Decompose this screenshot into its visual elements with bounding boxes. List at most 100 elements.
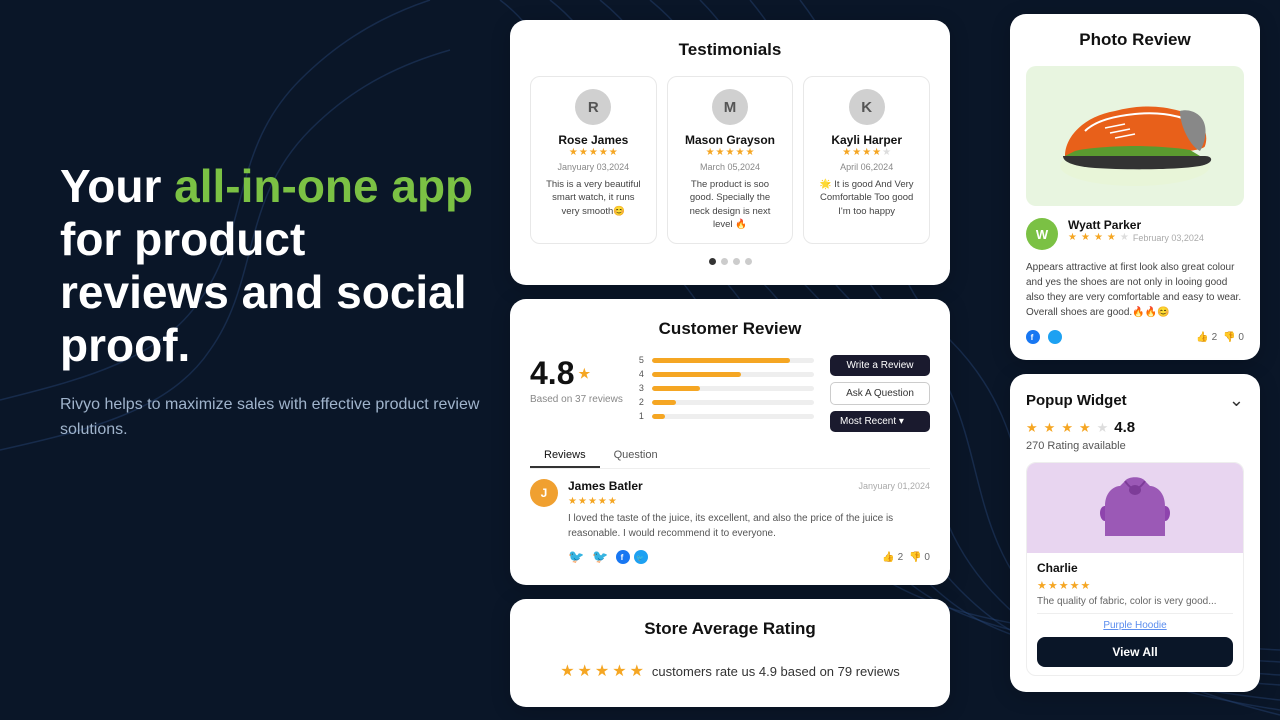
- bar-label-4: 4: [639, 369, 647, 379]
- review-avatar-J: J: [530, 479, 558, 507]
- stars-row-2: ★ ★ ★ ★ ★: [816, 147, 917, 158]
- dot-3[interactable]: [745, 258, 752, 265]
- dot-0[interactable]: [709, 258, 716, 265]
- reviewer-date-line: ★ ★ ★ ★ ★ February 03,2024: [1068, 232, 1244, 243]
- testimonials-card: Testimonials R Rose James ★ ★ ★ ★ ★ Jany…: [510, 20, 950, 285]
- hero-heading-highlight: all-in-one app: [174, 160, 473, 212]
- social-row: 🐦 🐦 f 🐦 👍 2 👎 0: [568, 549, 930, 565]
- testimonials-title: Testimonials: [530, 40, 930, 60]
- facebook-icon[interactable]: 🐦: [568, 549, 584, 565]
- bar-fill-4: [652, 372, 741, 377]
- popup-reviews-count: 270 Rating available: [1026, 440, 1244, 452]
- star: ★: [1048, 579, 1058, 592]
- star: ★: [1044, 420, 1056, 436]
- star: ★: [735, 147, 744, 158]
- twitter-icon[interactable]: 🐦: [592, 549, 608, 565]
- store-stars: ★ ★ ★ ★ ★: [560, 661, 644, 681]
- customer-review-card: Customer Review 4.8 ★ Based on 37 review…: [510, 299, 950, 585]
- hero-subtext: Rivyo helps to maximize sales with effec…: [60, 392, 480, 443]
- view-all-button[interactable]: View All: [1037, 637, 1233, 667]
- testimonial-item-1: M Mason Grayson ★ ★ ★ ★ ★ March 05,2024 …: [667, 76, 794, 244]
- dot-2[interactable]: [733, 258, 740, 265]
- stars-row-0: ★ ★ ★ ★ ★: [543, 147, 644, 158]
- hero-section: Your all-in-one app for product reviews …: [60, 160, 480, 443]
- based-on: Based on 37 reviews: [530, 394, 623, 405]
- review-author-line: James Batler Janyuary 01,2024: [568, 479, 930, 493]
- bar-track-5: [652, 358, 814, 363]
- twitter-share-icon[interactable]: 🐦: [634, 550, 648, 564]
- tab-question[interactable]: Question: [600, 444, 672, 468]
- facebook-share-icon[interactable]: f: [616, 550, 630, 564]
- bar-label-1: 1: [639, 411, 647, 421]
- reviewer-info-row: W Wyatt Parker ★ ★ ★ ★ ★ February 03,202…: [1026, 218, 1244, 250]
- bar-label-2: 2: [639, 397, 647, 407]
- testimonial-item-2: K Kayli Harper ★ ★ ★ ★ ★ April 06,2024 🌟…: [803, 76, 930, 244]
- star: ★: [852, 147, 861, 158]
- write-review-button[interactable]: Write a Review: [830, 355, 930, 376]
- store-star: ★: [630, 661, 644, 681]
- product-link[interactable]: Purple Hoodie: [1037, 613, 1233, 631]
- popup-rating-number: 4.8: [1114, 419, 1135, 436]
- most-recent-dropdown[interactable]: Most Recent ▾: [830, 411, 930, 432]
- star: ★: [569, 147, 578, 158]
- photo-twitter-icon[interactable]: [1048, 330, 1062, 344]
- star: ★: [578, 496, 587, 507]
- star-half: ★: [1097, 420, 1109, 436]
- dot-indicators: [530, 258, 930, 265]
- bar-fill-5: [652, 358, 790, 363]
- star: ★: [579, 147, 588, 158]
- review-author-name: James Batler: [568, 479, 643, 493]
- photo-review-card: Photo Review W: [1010, 14, 1260, 360]
- photo-facebook-icon[interactable]: f: [1026, 330, 1040, 344]
- like-dislike: 👍 2 👎 0: [882, 552, 930, 563]
- star: ★: [872, 147, 881, 158]
- bar-row-1: 1: [639, 411, 814, 421]
- reviewer-date-W: February 03,2024: [1133, 233, 1204, 243]
- shoe-svg: [1035, 76, 1235, 196]
- store-star: ★: [578, 661, 592, 681]
- reviewer-name-1: Mason Grayson: [680, 133, 781, 147]
- star: ★: [1094, 232, 1103, 243]
- star: ★: [599, 147, 608, 158]
- right-section: Photo Review W: [1010, 14, 1260, 692]
- stars-row-1: ★ ★ ★ ★ ★: [680, 147, 781, 158]
- popup-chevron-icon[interactable]: ⌄: [1229, 390, 1244, 411]
- dislike-count[interactable]: 👎 0: [909, 552, 930, 563]
- store-average-rating-card: Store Average Rating ★ ★ ★ ★ ★ customers…: [510, 599, 950, 707]
- bars-section: 5 4 3 2 1: [639, 355, 814, 432]
- star: ★: [588, 496, 597, 507]
- bar-label-3: 3: [639, 383, 647, 393]
- ask-question-button[interactable]: Ask A Question: [830, 382, 930, 405]
- star: ★: [1026, 420, 1038, 436]
- svg-text:🐦: 🐦: [637, 554, 645, 562]
- star: ★: [1037, 579, 1047, 592]
- rating-summary: 4.8 ★ Based on 37 reviews: [530, 355, 623, 432]
- tab-reviews[interactable]: Reviews: [530, 444, 600, 468]
- star: ★: [589, 147, 598, 158]
- customer-review-title: Customer Review: [530, 319, 930, 339]
- bar-fill-1: [652, 414, 665, 419]
- popup-widget-card: Popup Widget ⌄ ★ ★ ★ ★ ★ 4.8 270 Rating …: [1010, 374, 1260, 692]
- bar-row-3: 3: [639, 383, 814, 393]
- photo-dislike-count[interactable]: 👎 0: [1223, 332, 1244, 343]
- bar-row-5: 5: [639, 355, 814, 365]
- review-stars: ★ ★ ★ ★ ★: [568, 496, 930, 507]
- reviewer-date-0: Janyuary 03,2024: [543, 162, 644, 172]
- review-body: I loved the taste of the juice, its exce…: [568, 511, 930, 541]
- reviewer-avatar-W: W: [1026, 218, 1058, 250]
- like-count[interactable]: 👍 2: [882, 552, 903, 563]
- bar-fill-3: [652, 386, 701, 391]
- hero-heading: Your all-in-one app for product reviews …: [60, 160, 480, 372]
- reviewer-name-2: Kayli Harper: [816, 133, 917, 147]
- hero-heading-part2: for product reviews and social proof.: [60, 213, 467, 371]
- star: ★: [598, 496, 607, 507]
- photo-like-count[interactable]: 👍 2: [1196, 332, 1217, 343]
- dot-1[interactable]: [721, 258, 728, 265]
- store-rating-text: customers rate us 4.9 based on 79 review…: [652, 664, 900, 679]
- star-empty: ★: [1120, 232, 1129, 243]
- store-rating-content: ★ ★ ★ ★ ★ customers rate us 4.9 based on…: [530, 655, 930, 687]
- star: ★: [1079, 420, 1091, 436]
- star: ★: [1068, 232, 1077, 243]
- svg-text:f: f: [1031, 333, 1034, 342]
- popup-rating-row: ★ ★ ★ ★ ★ 4.8: [1026, 419, 1244, 436]
